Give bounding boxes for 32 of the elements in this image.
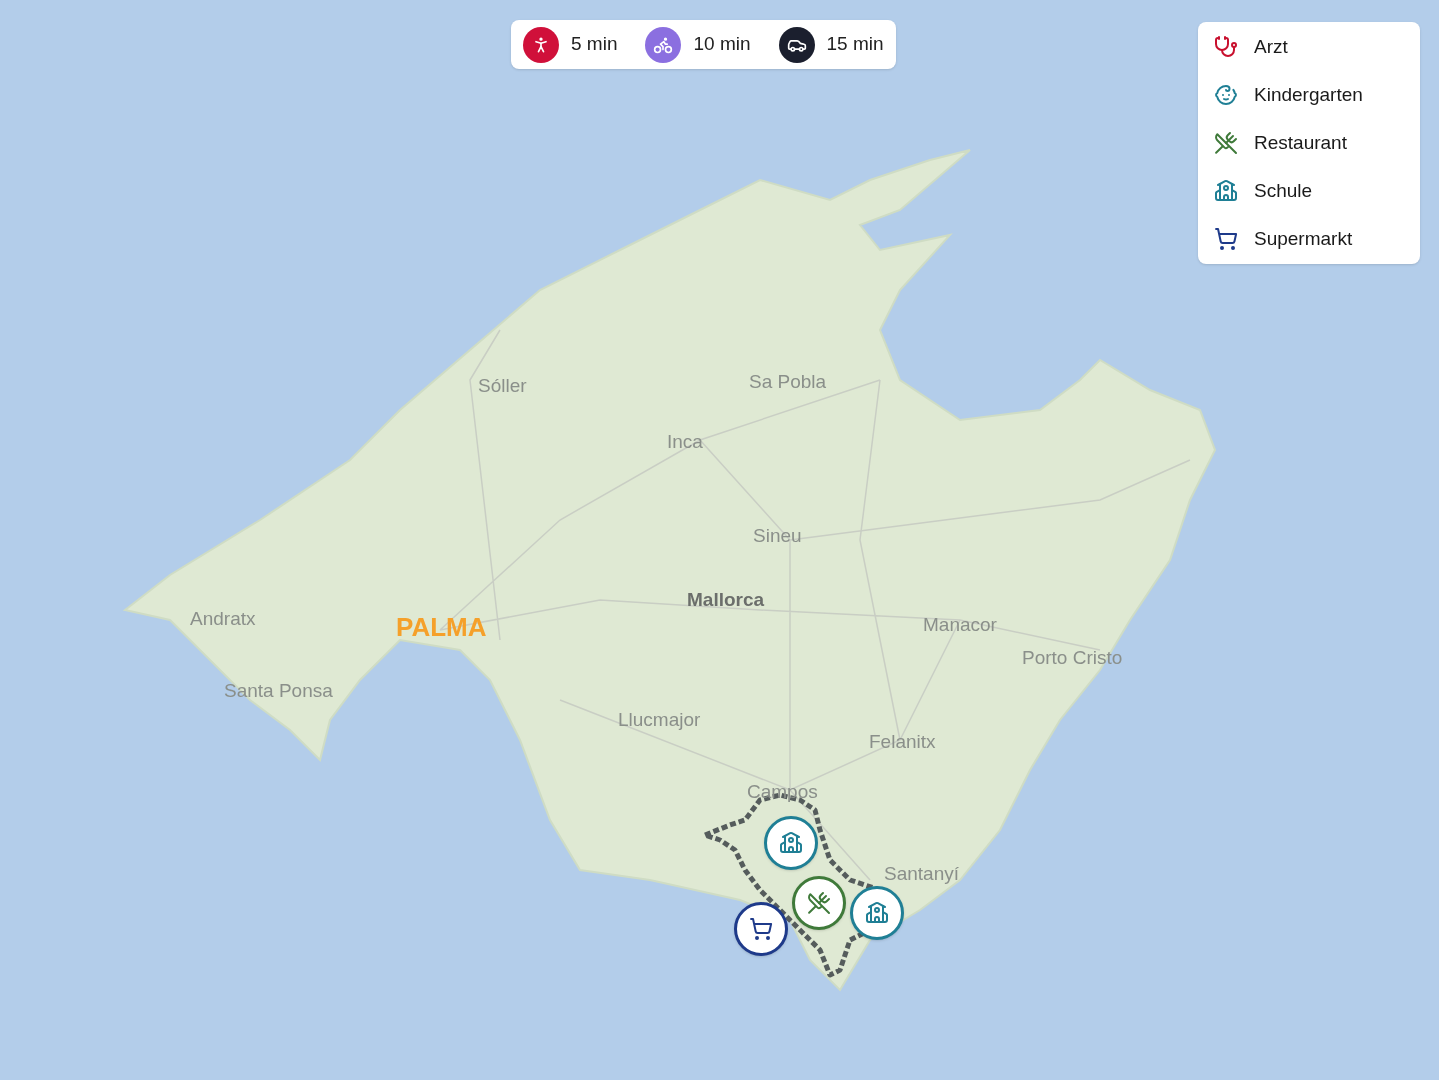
place-label: Sóller [478,374,527,398]
place-label: Inca [667,430,703,454]
place-label: Porto Cristo [1022,646,1123,670]
legend-label: Kindergarten [1254,82,1363,107]
place-label: PALMA [396,611,487,644]
legend-label: Schule [1254,178,1313,203]
place-label: Sineu [753,524,802,548]
school-building-icon [865,901,889,925]
place-label: Santanyí [884,862,959,886]
travel-time: 5 min [571,32,618,57]
place-label: Sa Pobla [749,370,827,394]
place-label: Andratx [190,607,256,631]
place-label: Campos [747,780,818,804]
travel-time: 10 min [693,32,751,57]
shopping-cart-icon [1214,227,1238,251]
shopping-cart-icon [749,917,773,941]
school-building-icon [779,831,803,855]
legend-label: Supermarkt [1254,226,1353,251]
legend-label: Restaurant [1254,130,1347,155]
map-marker[interactable] [734,902,788,956]
place-label: Mallorca [687,588,765,612]
baby-icon [1214,83,1238,107]
place-label: Santa Ponsa [224,679,333,703]
place-label: Felanitx [869,730,936,754]
travel-time: 15 min [826,32,884,57]
legend-label: Arzt [1254,34,1288,59]
place-label: Llucmajor [618,708,701,732]
school-building-icon [1214,179,1238,203]
fork-knife-icon [807,891,831,915]
place-label: Manacor [923,613,997,637]
stethoscope-icon [1214,35,1238,59]
fork-knife-icon [1214,131,1238,155]
